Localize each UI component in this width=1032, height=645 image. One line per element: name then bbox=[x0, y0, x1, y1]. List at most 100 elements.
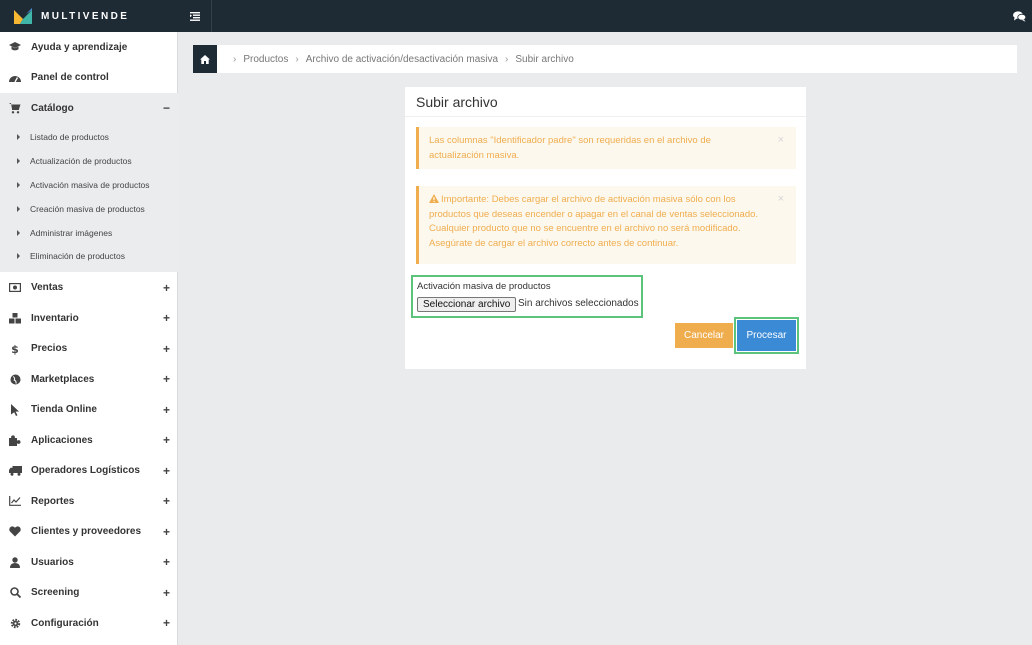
submenu-item-label: Administrar imágenes bbox=[30, 227, 113, 238]
sidebar-item-label: Marketplaces bbox=[31, 373, 95, 385]
puzzle-icon bbox=[8, 433, 22, 447]
caret-right-icon bbox=[17, 134, 20, 141]
sidebar-item-ventas[interactable]: Ventas + bbox=[0, 272, 178, 303]
sidebar-item-label: Usuarios bbox=[31, 556, 74, 568]
card-title: Subir archivo bbox=[405, 87, 806, 117]
gear-icon bbox=[8, 616, 22, 630]
truck-icon bbox=[8, 464, 22, 478]
expand-icon: + bbox=[162, 280, 170, 295]
sidebar-item-aplicaciones[interactable]: Aplicaciones + bbox=[0, 425, 178, 456]
sidebar-item-clientes-y-proveedores[interactable]: Clientes y proveedores + bbox=[0, 516, 178, 547]
alert-text: Las columnas "Identificador padre" son r… bbox=[429, 135, 711, 161]
sidebar-item-label: Aplicaciones bbox=[31, 434, 93, 446]
sidebar-item-screening[interactable]: Screening + bbox=[0, 577, 178, 608]
submenu-item[interactable]: Activación masiva de productos bbox=[0, 173, 178, 197]
sidebar-item-tienda-online[interactable]: Tienda Online + bbox=[0, 394, 178, 425]
sidebar-item-label: Operadores Logísticos bbox=[31, 465, 140, 477]
caret-right-icon bbox=[17, 205, 20, 212]
process-button[interactable]: Procesar bbox=[737, 320, 796, 351]
select-file-button[interactable]: Seleccionar archivo bbox=[417, 297, 517, 312]
user-icon bbox=[8, 555, 22, 569]
sidebar: MULTIVENDE Ayuda y aprendizaje Panel de c… bbox=[0, 0, 178, 645]
chat-icon bbox=[1013, 11, 1027, 22]
submenu-item[interactable]: Eliminación de productos bbox=[0, 244, 178, 268]
dollar-icon: $ bbox=[8, 342, 22, 356]
top-navbar bbox=[178, 0, 1032, 32]
sidebar-item-label: Screening bbox=[31, 587, 80, 599]
globe-icon bbox=[8, 372, 22, 386]
submenu-item[interactable]: Listado de productos bbox=[0, 126, 178, 150]
menu-toggle-icon bbox=[189, 11, 200, 21]
file-status-text: Sin archivos seleccionados bbox=[518, 298, 639, 309]
brand-bar[interactable]: MULTIVENDE bbox=[0, 0, 178, 32]
breadcrumb-archivo-masivo[interactable]: Archivo de activación/desactivación masi… bbox=[306, 54, 498, 65]
sidebar-item-label: Catálogo bbox=[31, 102, 74, 114]
heart-icon bbox=[8, 525, 22, 539]
dashboard-icon bbox=[8, 71, 22, 85]
alert-close-button[interactable]: × bbox=[778, 133, 784, 148]
file-field-label: Activación masiva de productos bbox=[417, 281, 551, 292]
expand-icon: + bbox=[162, 402, 170, 417]
sidebar-item-configuracion[interactable]: Configuración + bbox=[0, 608, 178, 639]
catalog-submenu: Listado de productos Actualización de pro… bbox=[0, 123, 178, 273]
brand-name: MULTIVENDE bbox=[41, 10, 130, 22]
line-chart-icon bbox=[8, 494, 22, 508]
upload-card: Subir archivo Las columnas "Identificado… bbox=[405, 87, 806, 369]
expand-icon: + bbox=[162, 372, 170, 387]
sidebar-item-label: Ventas bbox=[31, 282, 64, 294]
multivende-logo-icon bbox=[14, 8, 32, 24]
search-icon bbox=[8, 586, 22, 600]
breadcrumb-separator: › bbox=[233, 53, 237, 65]
sidebar-item-label: Panel de control bbox=[31, 72, 109, 84]
required-columns-alert: Las columnas "Identificador padre" son r… bbox=[416, 127, 796, 169]
expand-icon: + bbox=[162, 616, 170, 631]
expand-icon: + bbox=[162, 341, 170, 356]
warning-icon bbox=[429, 194, 439, 203]
submenu-item-label: Listado de productos bbox=[30, 132, 109, 143]
cancel-button[interactable]: Cancelar bbox=[675, 323, 733, 348]
file-upload-field: Activación masiva de productos Seleccion… bbox=[411, 275, 643, 318]
submenu-item[interactable]: Actualización de productos bbox=[0, 149, 178, 173]
sidebar-item-usuarios[interactable]: Usuarios + bbox=[0, 547, 178, 578]
sidebar-item-precios[interactable]: $ Precios + bbox=[0, 333, 178, 364]
sidebar-item-label: Precios bbox=[31, 343, 68, 355]
expand-icon: + bbox=[162, 585, 170, 600]
graduation-cap-icon bbox=[8, 40, 22, 54]
home-icon bbox=[200, 54, 210, 64]
caret-right-icon bbox=[17, 229, 20, 236]
caret-right-icon bbox=[17, 181, 20, 188]
submenu-item[interactable]: Creación masiva de productos bbox=[0, 197, 178, 221]
sidebar-item-panel-de-control[interactable]: Panel de control bbox=[0, 63, 178, 94]
caret-right-icon bbox=[17, 158, 20, 165]
submenu-item[interactable]: Administrar imágenes bbox=[0, 221, 178, 245]
expand-icon: + bbox=[162, 494, 170, 509]
sidebar-item-operadores-logisticos[interactable]: Operadores Logísticos + bbox=[0, 455, 178, 486]
chat-button[interactable] bbox=[1013, 9, 1027, 27]
sidebar-menu: Ayuda y aprendizaje Panel de control Catál… bbox=[0, 32, 178, 638]
breadcrumb-home-button[interactable] bbox=[193, 45, 217, 73]
breadcrumb-current: Subir archivo bbox=[515, 53, 574, 65]
sidebar-item-marketplaces[interactable]: Marketplaces + bbox=[0, 364, 178, 395]
svg-text:$: $ bbox=[11, 343, 19, 355]
sidebar-toggle-button[interactable] bbox=[178, 0, 212, 32]
expand-icon: + bbox=[162, 433, 170, 448]
sidebar-item-inventario[interactable]: Inventario + bbox=[0, 303, 178, 334]
sidebar-item-ayuda-y-aprendizaje[interactable]: Ayuda y aprendizaje bbox=[0, 32, 178, 63]
breadcrumb: › Productos › Archivo de activación/desa… bbox=[193, 45, 1017, 73]
sidebar-item-label: Clientes y proveedores bbox=[31, 526, 142, 538]
sidebar-item-catalogo[interactable]: Catálogo − bbox=[0, 93, 178, 124]
breadcrumb-productos[interactable]: Productos bbox=[243, 54, 288, 65]
breadcrumb-separator: › bbox=[295, 53, 299, 65]
submenu-item-label: Creación masiva de productos bbox=[30, 203, 145, 214]
alert-close-button[interactable]: × bbox=[778, 192, 784, 207]
expand-icon: + bbox=[162, 311, 170, 326]
pointer-icon bbox=[8, 403, 22, 417]
submenu-item-label: Activación masiva de productos bbox=[30, 179, 150, 190]
sidebar-item-reportes[interactable]: Reportes + bbox=[0, 486, 178, 517]
sidebar-item-label: Configuración bbox=[31, 617, 99, 629]
caret-right-icon bbox=[17, 253, 20, 260]
submenu-item-label: Actualización de productos bbox=[30, 156, 132, 167]
sidebar-item-label: Inventario bbox=[31, 312, 79, 324]
collapse-icon: − bbox=[162, 101, 170, 116]
money-icon bbox=[8, 281, 22, 295]
